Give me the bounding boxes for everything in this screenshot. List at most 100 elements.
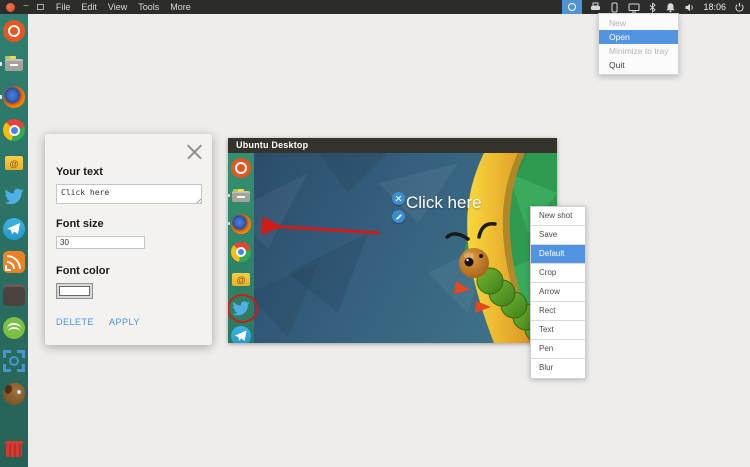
launcher-item-chrome[interactable] — [3, 119, 25, 141]
text-input-wrap: Click here — [56, 184, 202, 204]
menu-item-arrow[interactable]: Arrow — [531, 283, 585, 302]
preview-launcher-email — [231, 270, 251, 290]
screenshot-app-glyph-icon — [568, 3, 576, 11]
launcher-item-email[interactable] — [3, 152, 25, 174]
dialog-close-icon[interactable] — [186, 143, 203, 160]
menu-file[interactable]: File — [56, 2, 71, 12]
preview-canvas[interactable]: Click here — [228, 153, 557, 343]
font-color-label: Font color — [56, 265, 212, 277]
menu-item-new-shot[interactable]: New shot — [531, 207, 585, 226]
menu-view[interactable]: View — [108, 2, 127, 12]
bell-icon[interactable] — [665, 2, 676, 13]
menu-tools[interactable]: Tools — [138, 2, 159, 12]
launcher-item-telegram[interactable] — [3, 218, 25, 240]
launcher-item-mascot[interactable] — [3, 383, 25, 405]
apply-button[interactable]: APPLY — [109, 317, 140, 327]
running-indicator — [0, 62, 2, 66]
launcher-item-twitter[interactable] — [3, 185, 25, 207]
telegram-icon — [3, 218, 25, 240]
launcher-item-files[interactable] — [3, 53, 25, 75]
tool-context-menu: New shot Save Default Crop Arrow Rect Te… — [530, 206, 586, 379]
screenshot-tool-icon — [3, 350, 25, 372]
screenshot-preview-window: Ubuntu Desktop — [228, 138, 557, 343]
trash-icon — [3, 437, 25, 459]
pencil-icon — [395, 213, 403, 221]
running-indicator — [0, 95, 2, 99]
menu-item-rect[interactable]: Rect — [531, 302, 585, 321]
font-color-swatch[interactable] — [56, 283, 93, 299]
menubar-menus: File Edit View Tools More — [56, 2, 191, 12]
launcher-item-firefox[interactable] — [3, 86, 25, 108]
bluetooth-icon[interactable] — [648, 2, 657, 13]
clock[interactable]: 18:06 — [703, 2, 726, 12]
files-icon — [3, 53, 25, 75]
launcher-item-trash[interactable] — [3, 437, 25, 459]
chrome-icon — [231, 242, 251, 262]
annotation-delete-icon[interactable] — [392, 192, 405, 205]
spotify-icon — [3, 317, 25, 339]
printer-icon[interactable] — [590, 2, 601, 13]
rss-icon — [3, 251, 25, 273]
preview-launcher-firefox — [231, 214, 251, 234]
launcher-item-screenshot-tool[interactable] — [3, 350, 25, 372]
preview-launcher-files — [231, 186, 251, 206]
tray-menu-quit[interactable]: Quit — [599, 58, 678, 72]
menu-item-save[interactable]: Save — [531, 226, 585, 245]
font-size-label: Font size — [56, 218, 212, 230]
running-indicator — [228, 194, 230, 197]
chrome-icon — [3, 119, 25, 141]
launcher-item-spotify[interactable] — [3, 317, 25, 339]
files-icon — [231, 186, 251, 206]
launcher-item-terminal[interactable] — [3, 284, 25, 306]
screenshot-tray-icon[interactable] — [562, 0, 582, 14]
menu-item-default[interactable]: Default — [531, 245, 585, 264]
animal-mascot-icon — [3, 383, 25, 405]
tray-menu-new[interactable]: New — [599, 16, 678, 30]
menu-item-blur[interactable]: Blur — [531, 359, 585, 378]
terminal-icon — [3, 284, 25, 306]
menu-more[interactable]: More — [170, 2, 191, 12]
system-tray: 18:06 — [562, 0, 750, 14]
window-minimize-button[interactable]: − — [23, 3, 29, 11]
close-icon — [395, 195, 402, 202]
telegram-icon — [231, 326, 251, 343]
tray-menu-open[interactable]: Open — [599, 30, 678, 44]
font-color-swatch-value — [59, 286, 90, 296]
unity-launcher — [0, 14, 28, 467]
wallpaper-art — [228, 153, 557, 343]
menu-item-crop[interactable]: Crop — [531, 264, 585, 283]
email-icon — [231, 270, 251, 290]
preview-launcher-chrome — [231, 242, 251, 262]
smartphone-icon[interactable] — [609, 2, 620, 13]
font-size-input[interactable] — [56, 236, 145, 249]
twitter-icon — [3, 185, 25, 207]
volume-icon[interactable] — [684, 2, 695, 13]
delete-button[interactable]: DELETE — [56, 317, 94, 327]
menu-item-text[interactable]: Text — [531, 321, 585, 340]
launcher-item-rss[interactable] — [3, 251, 25, 273]
text-annotation[interactable]: Click here — [406, 193, 482, 213]
annotation-text-input[interactable]: Click here — [56, 184, 202, 204]
launcher-item-ubuntu[interactable] — [3, 20, 25, 42]
red-circle-annotation[interactable] — [228, 294, 258, 323]
firefox-icon — [231, 214, 251, 234]
preview-launcher-ubuntu — [231, 158, 251, 178]
email-icon — [3, 152, 25, 174]
ubuntu-icon — [231, 158, 251, 178]
menu-edit[interactable]: Edit — [81, 2, 97, 12]
tray-dropdown-menu: New Open Minimize to tray Quit — [598, 13, 679, 75]
firefox-icon — [3, 86, 25, 108]
dialog-actions: DELETE APPLY — [56, 317, 212, 327]
power-icon[interactable] — [734, 2, 745, 13]
annotation-edit-icon[interactable] — [392, 210, 405, 223]
preview-launcher-telegram — [231, 326, 251, 343]
window-restore-button[interactable] — [37, 4, 44, 10]
tray-menu-minimize-to-tray[interactable]: Minimize to tray — [599, 44, 678, 58]
display-icon[interactable] — [628, 2, 640, 13]
preview-title: Ubuntu Desktop — [228, 138, 557, 153]
text-annotation-dialog: Your text Click here Font size Font colo… — [45, 134, 212, 345]
ubuntu-icon — [3, 20, 25, 42]
menu-item-pen[interactable]: Pen — [531, 340, 585, 359]
top-menubar: − File Edit View Tools More 18:06 — [0, 0, 750, 14]
window-close-button[interactable] — [6, 3, 15, 12]
